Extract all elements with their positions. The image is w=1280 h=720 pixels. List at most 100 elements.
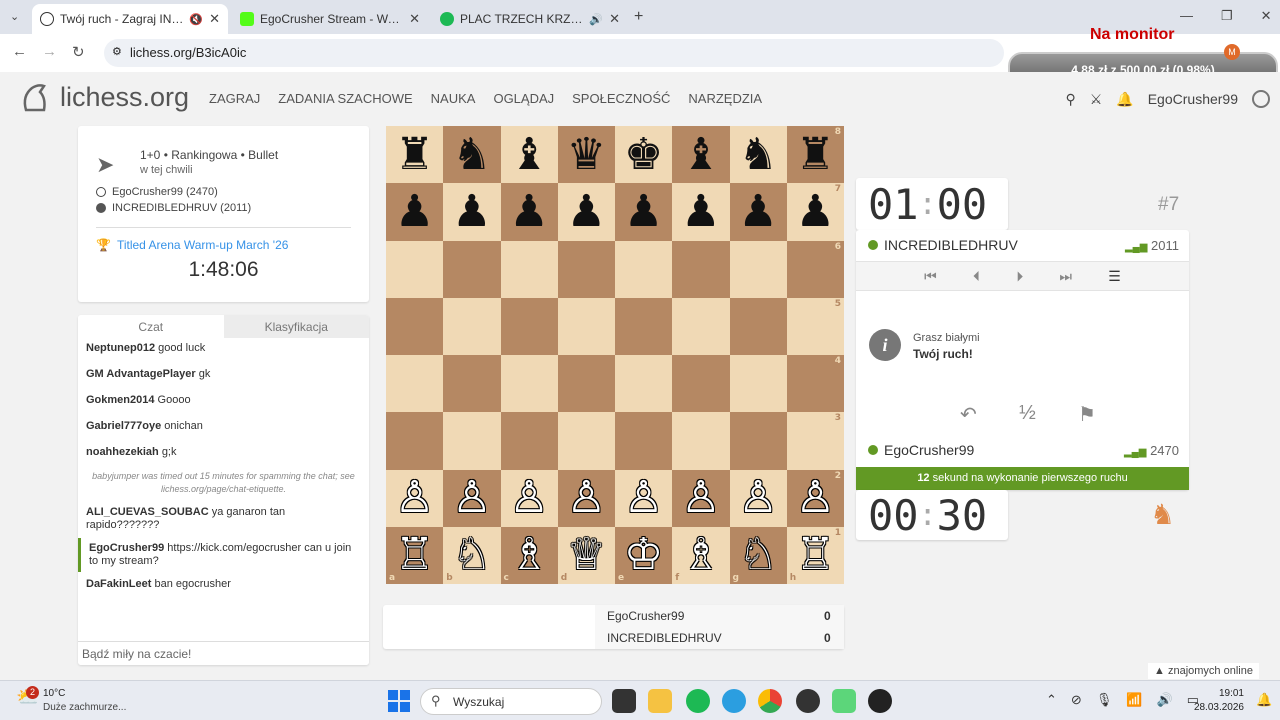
back-icon[interactable]: ← bbox=[12, 43, 27, 60]
berserk-icon[interactable]: ♞ bbox=[1150, 498, 1175, 531]
chat-user[interactable]: Gabriel777oye bbox=[86, 420, 161, 432]
square-b4[interactable] bbox=[443, 355, 501, 413]
menu-puzzles[interactable]: ZADANIA SZACHOWE bbox=[278, 91, 412, 106]
score-player-2[interactable]: INCREDIBLEDHRUV bbox=[607, 631, 722, 645]
square-a7[interactable]: ♟ bbox=[386, 183, 444, 241]
search-icon[interactable]: ⚲ bbox=[1065, 91, 1075, 108]
chat-messages[interactable]: Neptunep012 good luck GM AdvantagePlayer… bbox=[78, 338, 369, 638]
square-f4[interactable] bbox=[672, 355, 730, 413]
square-d7[interactable]: ♟ bbox=[557, 183, 615, 241]
square-h1[interactable]: ♖ 1 h bbox=[786, 526, 844, 584]
square-b6[interactable] bbox=[443, 240, 501, 298]
square-d5[interactable] bbox=[557, 297, 615, 355]
square-c2[interactable]: ♙ bbox=[500, 469, 558, 527]
square-c8[interactable]: ♝ bbox=[500, 126, 558, 184]
reload-icon[interactable]: ↻ bbox=[72, 43, 85, 61]
chat-user[interactable]: GM AdvantagePlayer bbox=[86, 368, 196, 380]
black-piece[interactable]: ♟ bbox=[738, 189, 777, 234]
white-piece[interactable]: ♗ bbox=[681, 533, 720, 577]
black-player-line[interactable]: INCREDIBLEDHRUV (2011) bbox=[96, 202, 251, 214]
score-player-1[interactable]: EgoCrusher99 bbox=[607, 609, 684, 623]
menu-play[interactable]: ZAGRAJ bbox=[209, 91, 260, 106]
square-c5[interactable] bbox=[500, 297, 558, 355]
tab-chat[interactable]: Czat bbox=[78, 315, 224, 338]
draw-offer-button[interactable]: ½ bbox=[1019, 402, 1036, 427]
takeback-icon[interactable]: ↶ bbox=[960, 402, 977, 427]
black-piece[interactable]: ♞ bbox=[452, 132, 491, 177]
square-f7[interactable]: ♟ bbox=[672, 183, 730, 241]
square-c6[interactable] bbox=[500, 240, 558, 298]
tab-standings[interactable]: Klasyfikacja bbox=[224, 315, 370, 338]
tab-kick[interactable]: EgoCrusher Stream - Watch Liv... ✕ bbox=[232, 4, 428, 34]
square-b2[interactable]: ♙ bbox=[443, 469, 501, 527]
user-menu[interactable]: EgoCrusher99 bbox=[1148, 91, 1238, 107]
chat-user[interactable]: ALI_CUEVAS_SOUBAC bbox=[86, 506, 209, 518]
square-h8[interactable]: ♜ 8 bbox=[786, 126, 844, 184]
obs-icon[interactable] bbox=[796, 689, 820, 713]
menu-learn[interactable]: NAUKA bbox=[431, 91, 476, 106]
close-tab-icon[interactable]: ✕ bbox=[209, 11, 220, 27]
square-e3[interactable] bbox=[615, 412, 673, 470]
menu-community[interactable]: SPOŁECZNOŚĆ bbox=[572, 91, 670, 106]
player-line[interactable]: EgoCrusher99 bbox=[868, 442, 974, 458]
black-piece[interactable]: ♟ bbox=[395, 189, 434, 234]
square-f1[interactable]: ♗ f bbox=[672, 526, 730, 584]
maximize-icon[interactable]: ❐ bbox=[1221, 8, 1233, 24]
white-piece[interactable]: ♔ bbox=[624, 533, 663, 577]
square-b5[interactable] bbox=[443, 297, 501, 355]
chat-user[interactable]: DaFakinLeet bbox=[86, 578, 151, 590]
square-a1[interactable]: ♖ a bbox=[386, 526, 444, 584]
last-move-icon[interactable]: ⏭ bbox=[1059, 268, 1072, 285]
stockfish-icon[interactable] bbox=[868, 689, 892, 713]
black-piece[interactable]: ♟ bbox=[681, 189, 720, 234]
black-piece[interactable]: ♜ bbox=[395, 132, 434, 177]
tab-lichess[interactable]: Twój ruch - Zagraj INCREDI... 🔇 ✕ bbox=[32, 4, 228, 34]
white-piece[interactable]: ♕ bbox=[567, 533, 606, 577]
square-e2[interactable]: ♙ bbox=[615, 469, 673, 527]
black-piece[interactable]: ♜ bbox=[796, 132, 835, 177]
friends-online[interactable]: ▲ znajomych online bbox=[1148, 663, 1259, 679]
square-c7[interactable]: ♟ bbox=[500, 183, 558, 241]
spotify-icon[interactable] bbox=[686, 689, 710, 713]
square-g3[interactable] bbox=[729, 412, 787, 470]
chat-user[interactable]: EgoCrusher99 bbox=[89, 542, 164, 554]
white-player-line[interactable]: EgoCrusher99 (2470) bbox=[96, 186, 218, 198]
square-h7[interactable]: ♟ 7 bbox=[786, 183, 844, 241]
prev-move-icon[interactable]: ⏴ bbox=[973, 268, 980, 285]
chat-user[interactable]: Gokmen2014 bbox=[86, 394, 154, 406]
square-g6[interactable] bbox=[729, 240, 787, 298]
mute-icon[interactable]: 🔇 bbox=[189, 13, 203, 26]
close-window-icon[interactable]: ✕ bbox=[1261, 8, 1272, 24]
user-avatar-icon[interactable] bbox=[1252, 90, 1270, 108]
square-e1[interactable]: ♔ e bbox=[615, 526, 673, 584]
black-piece[interactable]: ♞ bbox=[738, 132, 777, 177]
white-piece[interactable]: ♙ bbox=[738, 476, 777, 520]
black-piece[interactable]: ♝ bbox=[509, 132, 548, 177]
white-piece[interactable]: ♙ bbox=[567, 476, 606, 520]
opponent-line[interactable]: INCREDIBLEDHRUV bbox=[868, 237, 1018, 253]
square-d8[interactable]: ♛ bbox=[557, 126, 615, 184]
square-h2[interactable]: ♙ 2 bbox=[786, 469, 844, 527]
square-c1[interactable]: ♗ c bbox=[500, 526, 558, 584]
app-icon[interactable] bbox=[832, 689, 856, 713]
square-g8[interactable]: ♞ bbox=[729, 126, 787, 184]
black-piece[interactable]: ♚ bbox=[624, 132, 663, 177]
square-h4[interactable]: 4 bbox=[786, 355, 844, 413]
square-c3[interactable] bbox=[500, 412, 558, 470]
square-c4[interactable] bbox=[500, 355, 558, 413]
white-piece[interactable]: ♙ bbox=[681, 476, 720, 520]
square-g7[interactable]: ♟ bbox=[729, 183, 787, 241]
square-a6[interactable] bbox=[386, 240, 444, 298]
file-explorer-icon[interactable] bbox=[648, 689, 672, 713]
microphone-icon[interactable]: 🎙 bbox=[1096, 692, 1113, 708]
square-d1[interactable]: ♕ d bbox=[557, 526, 615, 584]
square-e7[interactable]: ♟ bbox=[615, 183, 673, 241]
white-piece[interactable]: ♘ bbox=[738, 533, 777, 577]
white-piece[interactable]: ♙ bbox=[796, 476, 835, 520]
audio-icon[interactable]: 🔊 bbox=[589, 13, 603, 26]
close-tab-icon[interactable]: ✕ bbox=[609, 11, 620, 27]
square-b3[interactable] bbox=[443, 412, 501, 470]
square-h3[interactable]: 3 bbox=[786, 412, 844, 470]
white-piece[interactable]: ♘ bbox=[452, 533, 491, 577]
square-d6[interactable] bbox=[557, 240, 615, 298]
